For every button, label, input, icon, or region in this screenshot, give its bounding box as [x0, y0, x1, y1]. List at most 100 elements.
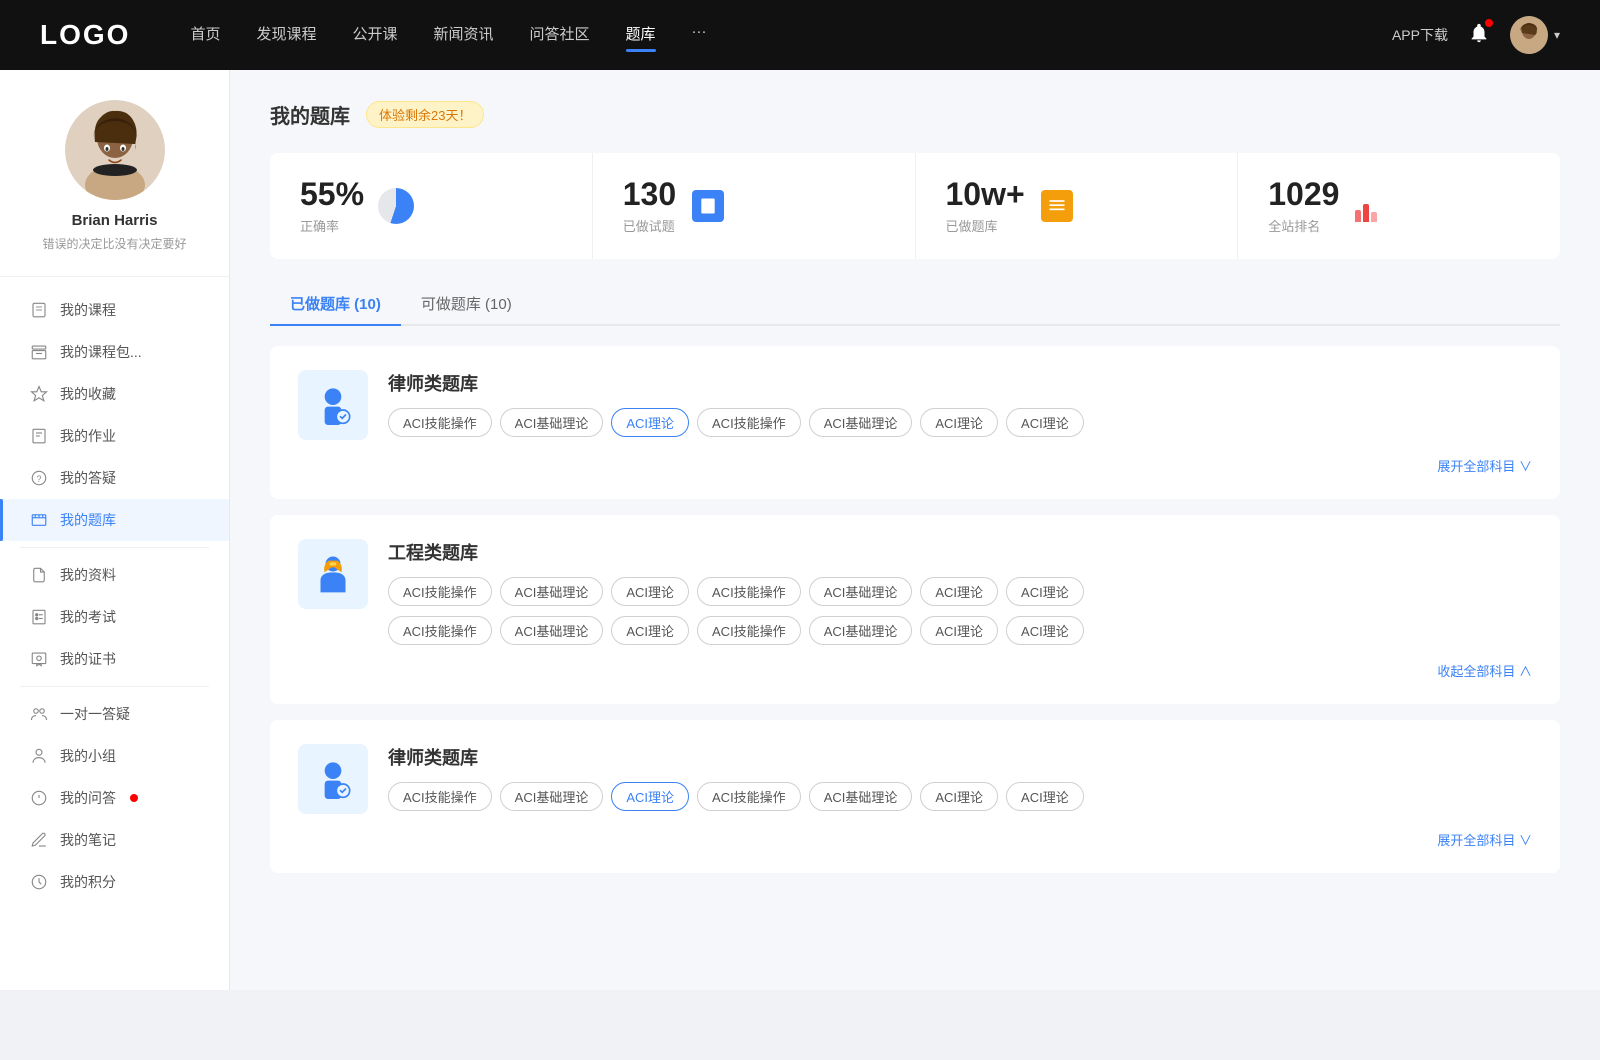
bank-card-0-tags: ACI技能操作 ACI基础理论 ACI理论 ACI技能操作 ACI基础理论 AC…: [388, 408, 1532, 437]
tag-2-3[interactable]: ACI技能操作: [697, 782, 801, 811]
tag-0-6[interactable]: ACI理论: [1006, 408, 1084, 437]
notes-icon: [692, 190, 724, 222]
list-icon-wrap: [1037, 186, 1077, 226]
tag-2-0[interactable]: ACI技能操作: [388, 782, 492, 811]
tag2-1-2[interactable]: ACI理论: [611, 616, 689, 645]
sidebar-item-favorites[interactable]: 我的收藏: [0, 373, 229, 415]
stat-done-questions: 130 已做试题: [593, 153, 916, 259]
main-nav: 首页 发现课程 公开课 新闻资讯 问答社区 题库 ···: [190, 23, 1392, 48]
question-red-dot: [130, 794, 138, 802]
nav-bank[interactable]: 题库: [626, 23, 656, 48]
tag-2-6[interactable]: ACI理论: [1006, 782, 1084, 811]
tag-0-3[interactable]: ACI技能操作: [697, 408, 801, 437]
tag-0-1[interactable]: ACI基础理论: [500, 408, 604, 437]
bank-card-2-info: 律师类题库 ACI技能操作 ACI基础理论 ACI理论 ACI技能操作 ACI基…: [388, 744, 1532, 811]
tag-0-2[interactable]: ACI理论: [611, 408, 689, 437]
stat-done-questions-value: 130: [623, 177, 676, 212]
tag-1-3[interactable]: ACI技能操作: [697, 577, 801, 606]
bank-card-1-tags: ACI技能操作 ACI基础理论 ACI理论 ACI技能操作 ACI基础理论 AC…: [388, 577, 1532, 606]
tag2-1-1[interactable]: ACI基础理论: [500, 616, 604, 645]
tag-1-5[interactable]: ACI理论: [920, 577, 998, 606]
nav-news[interactable]: 新闻资讯: [434, 23, 494, 48]
sidebar-item-cert[interactable]: 我的证书: [0, 638, 229, 680]
tag-1-0[interactable]: ACI技能操作: [388, 577, 492, 606]
nav-discover[interactable]: 发现课程: [256, 23, 316, 48]
sidebar: Brian Harris 错误的决定比没有决定要好 我的课程 我的课程包... …: [0, 70, 230, 990]
sidebar-item-question[interactable]: 我的问答: [0, 777, 229, 819]
sidebar-menu: 我的课程 我的课程包... 我的收藏 我的作业 ? 我的答疑 我的题库: [0, 277, 229, 915]
tag-1-4[interactable]: ACI基础理论: [809, 577, 913, 606]
sidebar-item-package[interactable]: 我的课程包...: [0, 331, 229, 373]
bar-chart-icon-wrap: [1351, 186, 1391, 226]
tag-1-1[interactable]: ACI基础理论: [500, 577, 604, 606]
expand-link-2[interactable]: 展开全部科目 ∨: [298, 830, 1532, 849]
tab-done-banks[interactable]: 已做题库 (10): [270, 283, 401, 326]
nav-open-course[interactable]: 公开课: [352, 23, 397, 48]
nav-home[interactable]: 首页: [190, 23, 220, 48]
bank-card-2-tags: ACI技能操作 ACI基础理论 ACI理论 ACI技能操作 ACI基础理论 AC…: [388, 782, 1532, 811]
stat-rank-value: 1029: [1268, 177, 1339, 212]
stat-done-banks: 10w+ 已做题库: [916, 153, 1239, 259]
stat-done-banks-label: 已做题库: [946, 216, 1025, 235]
app-download-link[interactable]: APP下载: [1392, 25, 1448, 45]
sidebar-item-bank-label: 我的题库: [60, 510, 116, 530]
sidebar-item-points[interactable]: 我的积分: [0, 861, 229, 903]
bar-chart-icon: [1355, 190, 1387, 222]
bank-card-0-name: 律师类题库: [388, 370, 1532, 396]
sidebar-item-homework-label: 我的作业: [60, 426, 116, 446]
tag2-1-6[interactable]: ACI理论: [1006, 616, 1084, 645]
tag-2-5[interactable]: ACI理论: [920, 782, 998, 811]
stat-rank-label: 全站排名: [1268, 216, 1339, 235]
stat-rank: 1029 全站排名: [1238, 153, 1560, 259]
nav-more[interactable]: ···: [692, 23, 707, 48]
tab-available-banks[interactable]: 可做题库 (10): [401, 283, 532, 326]
tag-1-6[interactable]: ACI理论: [1006, 577, 1084, 606]
sidebar-item-oneone[interactable]: 一对一答疑: [0, 693, 229, 735]
sidebar-item-qa[interactable]: ? 我的答疑: [0, 457, 229, 499]
profile-section: Brian Harris 错误的决定比没有决定要好: [0, 100, 229, 277]
engineer-icon-1: [298, 539, 368, 609]
sidebar-item-bank[interactable]: 我的题库: [0, 499, 229, 541]
tag-2-2[interactable]: ACI理论: [611, 782, 689, 811]
bank-card-1-tags2: ACI技能操作 ACI基础理论 ACI理论 ACI技能操作 ACI基础理论 AC…: [388, 616, 1532, 645]
profile-motto: 错误的决定比没有决定要好: [20, 235, 209, 252]
tag2-1-3[interactable]: ACI技能操作: [697, 616, 801, 645]
tag-1-2[interactable]: ACI理论: [611, 577, 689, 606]
bank-card-2-name: 律师类题库: [388, 744, 1532, 770]
bank-card-1-header: 工程类题库 ACI技能操作 ACI基础理论 ACI理论 ACI技能操作 ACI基…: [298, 539, 1532, 645]
header-right: APP下载 ▾: [1392, 16, 1560, 54]
nav-qa[interactable]: 问答社区: [530, 23, 590, 48]
logo[interactable]: LOGO: [40, 19, 130, 51]
stat-accuracy-label: 正确率: [300, 216, 364, 235]
notification-bell[interactable]: [1468, 22, 1490, 49]
lawyer-icon-2: [298, 744, 368, 814]
sidebar-item-homework[interactable]: 我的作业: [0, 415, 229, 457]
expand-link-0[interactable]: 展开全部科目 ∨: [298, 456, 1532, 475]
page-header: 我的题库 体验剩余23天！: [270, 100, 1560, 129]
sidebar-item-oneone-label: 一对一答疑: [60, 704, 130, 724]
bank-card-1-info: 工程类题库 ACI技能操作 ACI基础理论 ACI理论 ACI技能操作 ACI基…: [388, 539, 1532, 645]
user-avatar-header[interactable]: ▾: [1510, 16, 1560, 54]
bank-card-0: 律师类题库 ACI技能操作 ACI基础理论 ACI理论 ACI技能操作 ACI基…: [270, 346, 1560, 499]
collapse-link-1[interactable]: 收起全部科目 ∧: [298, 661, 1532, 680]
tag2-1-4[interactable]: ACI基础理论: [809, 616, 913, 645]
sidebar-item-material[interactable]: 我的资料: [0, 554, 229, 596]
tag-0-4[interactable]: ACI基础理论: [809, 408, 913, 437]
sidebar-item-group[interactable]: 我的小组: [0, 735, 229, 777]
sidebar-item-exam[interactable]: 我的考试: [0, 596, 229, 638]
tag-2-1[interactable]: ACI基础理论: [500, 782, 604, 811]
sidebar-item-material-label: 我的资料: [60, 565, 116, 585]
sidebar-divider-2: [20, 686, 209, 687]
sidebar-item-note[interactable]: 我的笔记: [0, 819, 229, 861]
tag-0-5[interactable]: ACI理论: [920, 408, 998, 437]
tag2-1-5[interactable]: ACI理论: [920, 616, 998, 645]
tag-2-4[interactable]: ACI基础理论: [809, 782, 913, 811]
tag-0-0[interactable]: ACI技能操作: [388, 408, 492, 437]
tag2-1-0[interactable]: ACI技能操作: [388, 616, 492, 645]
notes-icon-wrap: [688, 186, 728, 226]
stats-row: 55% 正确率 130 已做试题: [270, 153, 1560, 259]
sidebar-item-course[interactable]: 我的课程: [0, 289, 229, 331]
pie-chart-icon: [378, 188, 414, 224]
stat-done-banks-value: 10w+: [946, 177, 1025, 212]
profile-name: Brian Harris: [20, 212, 209, 229]
